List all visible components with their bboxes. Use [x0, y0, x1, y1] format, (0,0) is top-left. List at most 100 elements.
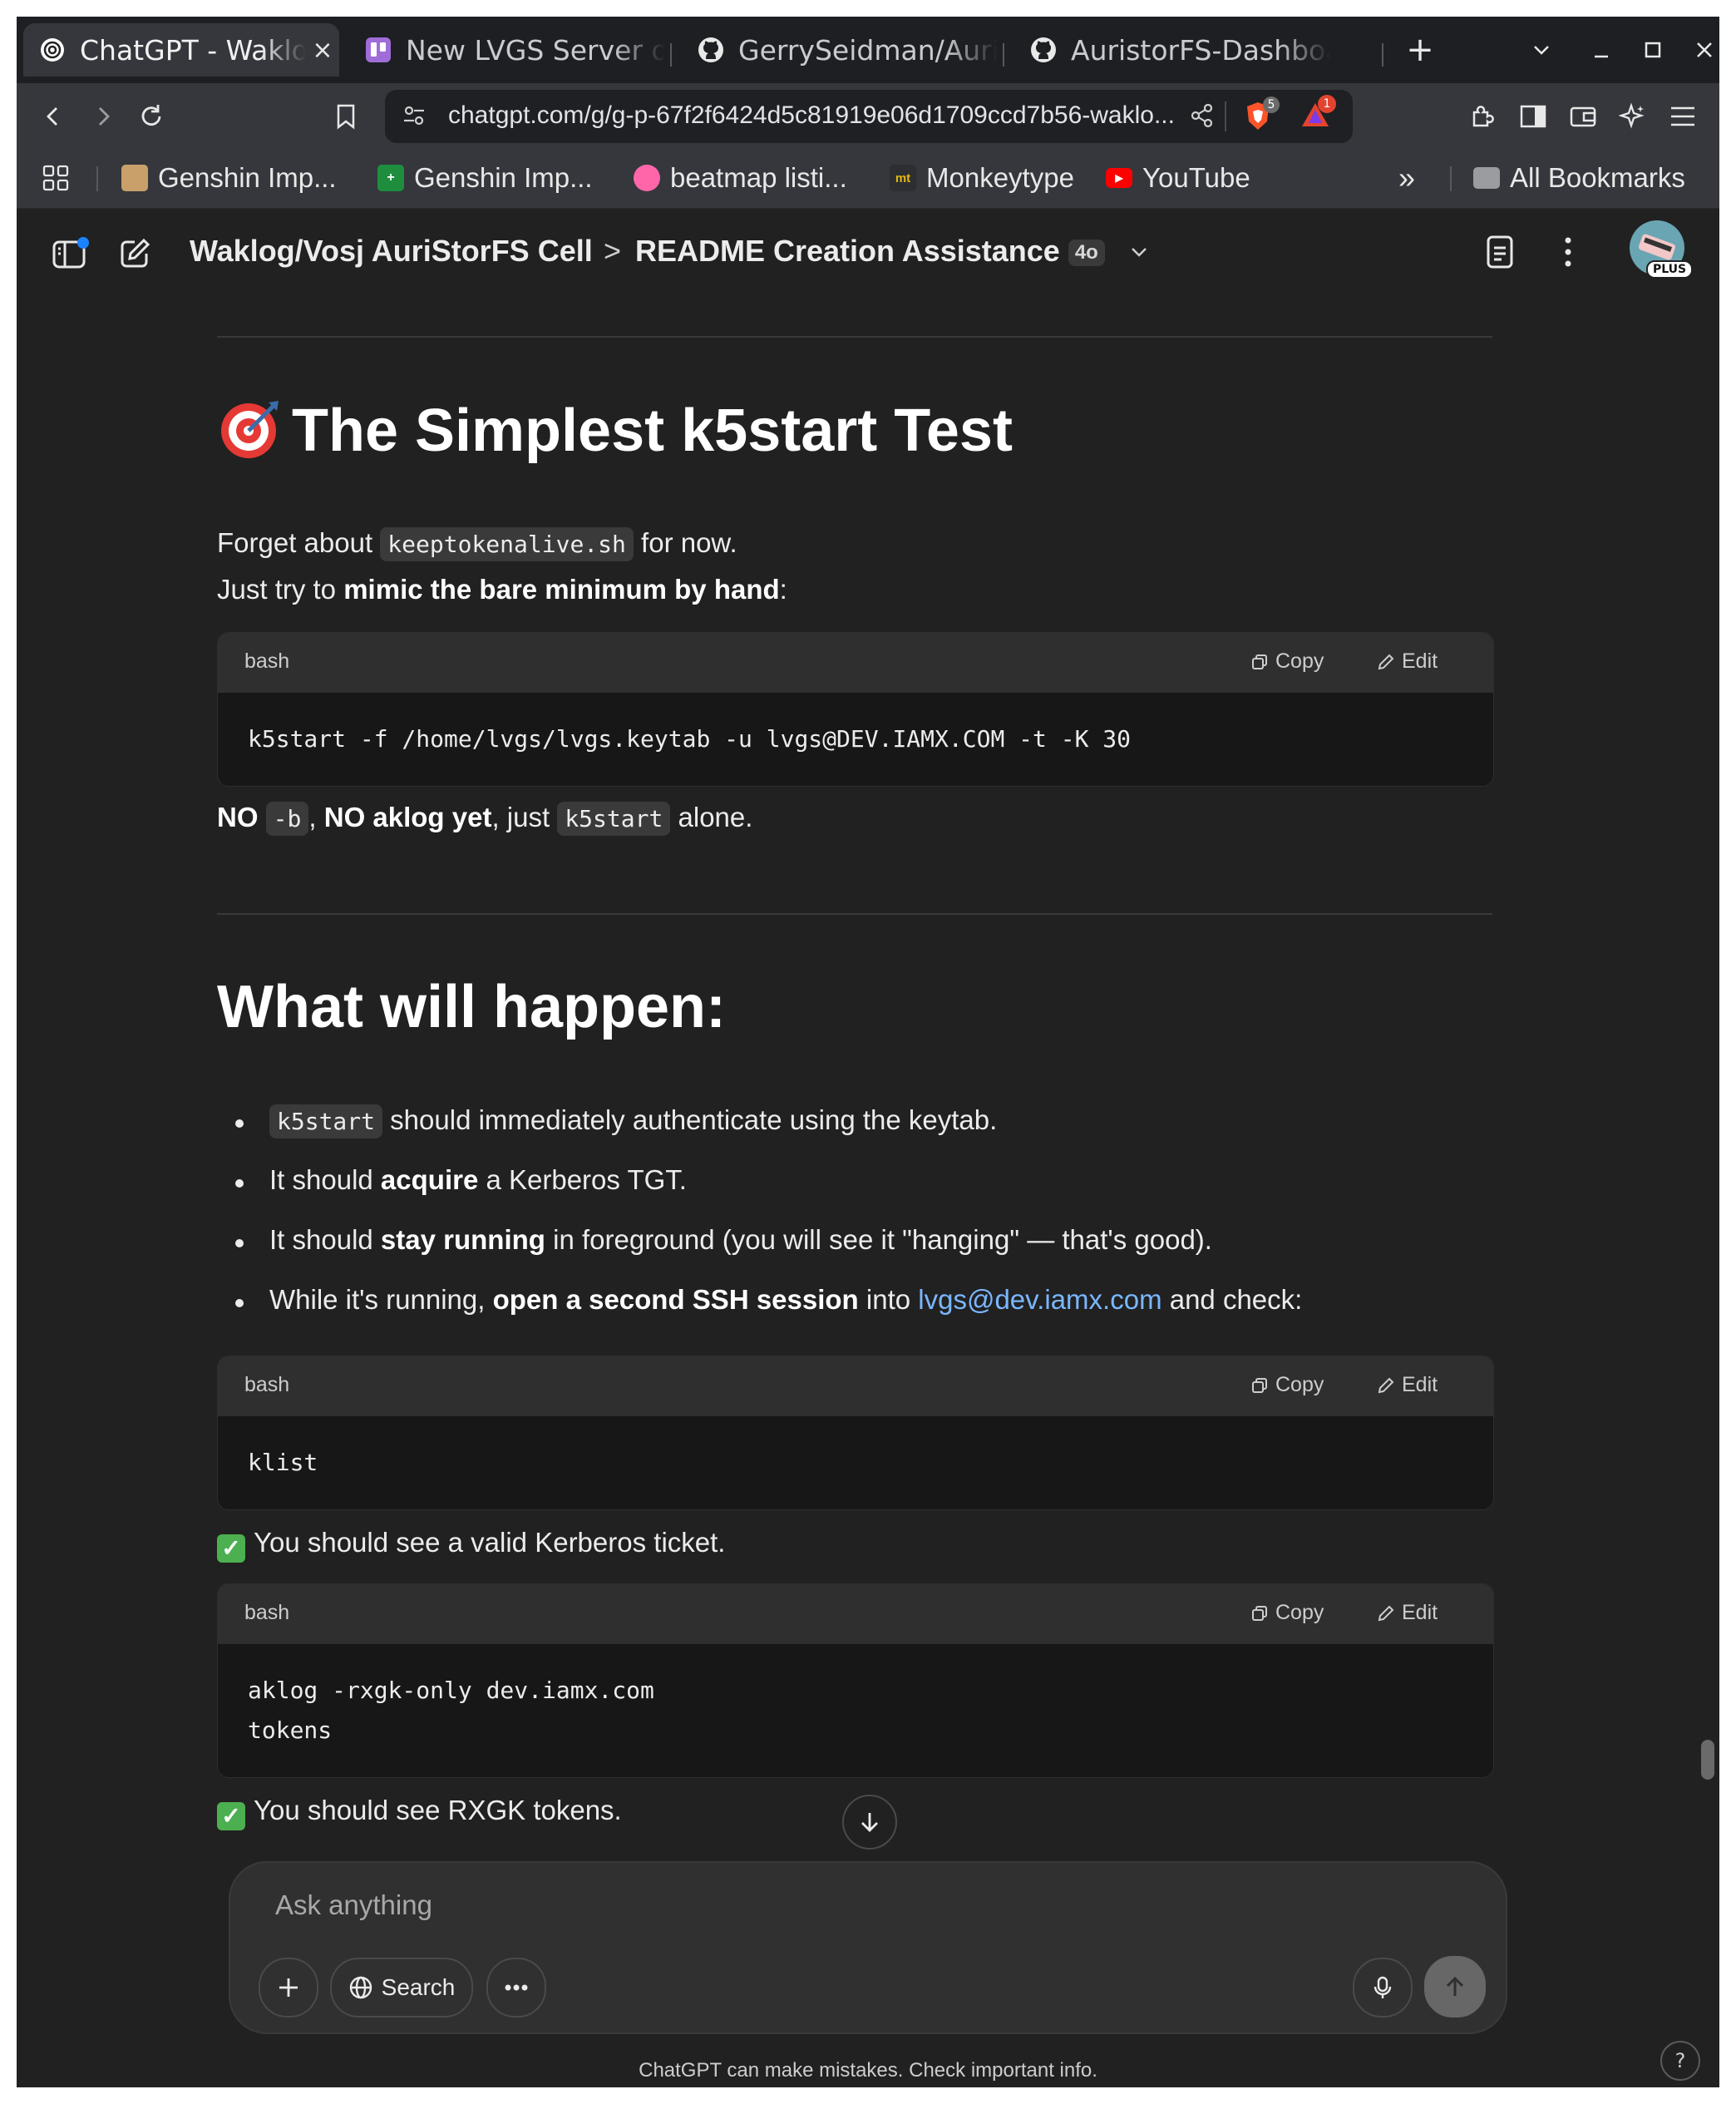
site-settings-icon[interactable] [402, 103, 427, 131]
tab-github-auristor[interactable]: GerrySeidman/Auristor [682, 23, 998, 77]
text: , just [491, 802, 558, 832]
composer: Ask anything Search [229, 1861, 1507, 2034]
dictate-button[interactable] [1353, 1958, 1413, 2018]
bookmark-genshin-1[interactable]: Genshin Imp... [121, 160, 337, 196]
inline-code: k5start [269, 1104, 383, 1138]
send-button[interactable] [1424, 1956, 1486, 2018]
more-tools-button[interactable] [486, 1958, 546, 2018]
text: You should see RXGK tokens. [254, 1795, 622, 1825]
back-icon[interactable] [35, 98, 72, 135]
text: You should see a valid Kerberos ticket. [254, 1527, 726, 1558]
note-line: NO -b, NO aklog yet, just k5start alone. [217, 802, 752, 836]
bookmarks-bar: Genshin Imp... + Genshin Imp... beatmap … [17, 150, 1719, 209]
text: for now. [633, 527, 737, 558]
list-item: It should stay running in foreground (yo… [217, 1224, 1492, 1261]
shield-count-badge: 5 [1263, 96, 1280, 113]
tab-lvgs[interactable]: New LVGS Server on [349, 23, 665, 77]
new-chat-icon[interactable] [118, 237, 151, 274]
leo-ai-icon[interactable] [1615, 98, 1651, 135]
scroll-to-bottom-button[interactable] [842, 1795, 897, 1850]
github-icon [1029, 36, 1058, 64]
brave-shields-icon[interactable]: 5 [1243, 96, 1280, 133]
text: should immediately authenticate using th… [382, 1104, 998, 1135]
code-text[interactable]: aklog -rxgk-only dev.iamx.com tokens [218, 1644, 1493, 1777]
close-tab-icon[interactable]: × [306, 36, 339, 65]
check-mark-icon: ✓ [217, 1802, 245, 1830]
forward-icon[interactable] [85, 98, 121, 135]
inline-code: k5start [557, 802, 671, 836]
tab-chatgpt[interactable]: ChatGPT - Waklog × [23, 23, 339, 77]
model-chevron-down-icon[interactable] [1128, 235, 1150, 270]
reload-icon[interactable] [133, 98, 170, 135]
model-badge: 4o [1068, 240, 1105, 267]
sidebar-icon[interactable] [1515, 98, 1551, 135]
url-text[interactable]: chatgpt.com/g/g-p-67f2f6424d5c81919e06d1… [448, 101, 1175, 130]
more-options-icon[interactable] [1560, 234, 1576, 274]
genshin-icon [121, 165, 148, 191]
plus-icon [279, 1978, 298, 1997]
microphone-icon [1374, 1976, 1392, 1998]
edit-button[interactable]: Edit [1377, 1601, 1438, 1625]
brave-rewards-icon[interactable]: 1 [1300, 95, 1336, 133]
check-line: ✓ You should see RXGK tokens. [217, 1795, 622, 1830]
close-window-icon[interactable] [1684, 30, 1719, 70]
bookmark-label: YouTube [1142, 162, 1250, 193]
bullet [235, 1299, 244, 1307]
scrollbar-thumb[interactable] [1701, 1740, 1714, 1780]
tab-divider [670, 43, 672, 67]
text: : [779, 574, 787, 605]
email-link[interactable]: lvgs@dev.iamx.com [918, 1284, 1161, 1315]
chat-title[interactable]: README Creation Assistance 4o [635, 234, 1150, 270]
code-text[interactable]: klist [218, 1416, 1493, 1509]
menu-icon[interactable] [1664, 98, 1701, 135]
bookmark-icon[interactable] [328, 98, 364, 135]
rewards-count-badge: 1 [1318, 95, 1336, 113]
share-icon[interactable] [1190, 103, 1215, 131]
code-text[interactable]: k5start -f /home/lvgs/lvgs.keytab -u lvg… [218, 693, 1493, 786]
copy-button[interactable]: Copy [1250, 1601, 1324, 1625]
heading-k5start-test: The Simplest k5start Test [217, 396, 1013, 465]
tab-search-chevron-icon[interactable] [1521, 30, 1561, 70]
tab-divider [1382, 43, 1383, 67]
breadcrumb-chevron-icon: > [604, 234, 622, 268]
maximize-icon[interactable] [1633, 30, 1673, 70]
edit-button[interactable]: Edit [1377, 649, 1438, 674]
code-block: bash Copy Edit aklog -rxgk-only dev.iamx… [217, 1583, 1494, 1778]
extensions-icon[interactable] [1465, 98, 1502, 135]
wallet-icon[interactable] [1565, 98, 1601, 135]
search-button[interactable]: Search [330, 1958, 473, 2018]
project-name[interactable]: Waklog/Vosj AuriStorFS Cell [190, 234, 593, 269]
new-tab-button[interactable]: + [1400, 30, 1440, 70]
apps-grid-icon[interactable] [42, 160, 70, 196]
edit-button[interactable]: Edit [1377, 1373, 1438, 1397]
bold-text: open a second SSH session [492, 1284, 859, 1315]
minimize-icon[interactable] [1581, 30, 1621, 70]
bookmark-youtube[interactable]: ▶ YouTube [1106, 160, 1250, 196]
bookmarks-divider [96, 166, 98, 191]
divider [217, 336, 1492, 338]
bookmark-beatmap[interactable]: beatmap listi... [634, 160, 847, 196]
urlbar-divider [1225, 101, 1226, 131]
copy-button[interactable]: Copy [1250, 1373, 1324, 1397]
arrow-down-icon [861, 1813, 878, 1832]
bookmarks-overflow-button[interactable]: » [1398, 160, 1415, 196]
all-bookmarks-label: All Bookmarks [1510, 162, 1685, 193]
copy-label: Copy [1275, 1373, 1324, 1396]
prompt-input[interactable]: Ask anything [275, 1889, 432, 1921]
bookmark-monkeytype[interactable]: mt Monkeytype [890, 160, 1074, 196]
bookmark-label: beatmap listi... [670, 162, 847, 193]
notes-icon[interactable] [1483, 234, 1517, 274]
all-bookmarks-button[interactable]: All Bookmarks [1473, 160, 1685, 196]
bookmark-genshin-2[interactable]: + Genshin Imp... [377, 160, 593, 196]
toggle-sidebar-icon[interactable] [52, 237, 90, 274]
intro-line-2: Just try to mimic the bare minimum by ha… [217, 574, 787, 605]
tab-label: AuristorFS-Dashboard [1071, 33, 1330, 67]
ellipsis-icon [505, 1984, 528, 1991]
tab-github-dashboard[interactable]: AuristorFS-Dashboard [1014, 23, 1330, 77]
copy-button[interactable]: Copy [1250, 649, 1324, 674]
help-button[interactable]: ? [1660, 2041, 1700, 2081]
address-bar[interactable]: chatgpt.com/g/g-p-67f2f6424d5c81919e06d1… [385, 90, 1353, 143]
bold-text: mimic the bare minimum by hand [343, 574, 780, 605]
add-attachment-button[interactable] [259, 1958, 318, 2018]
edit-icon [1378, 1377, 1394, 1393]
